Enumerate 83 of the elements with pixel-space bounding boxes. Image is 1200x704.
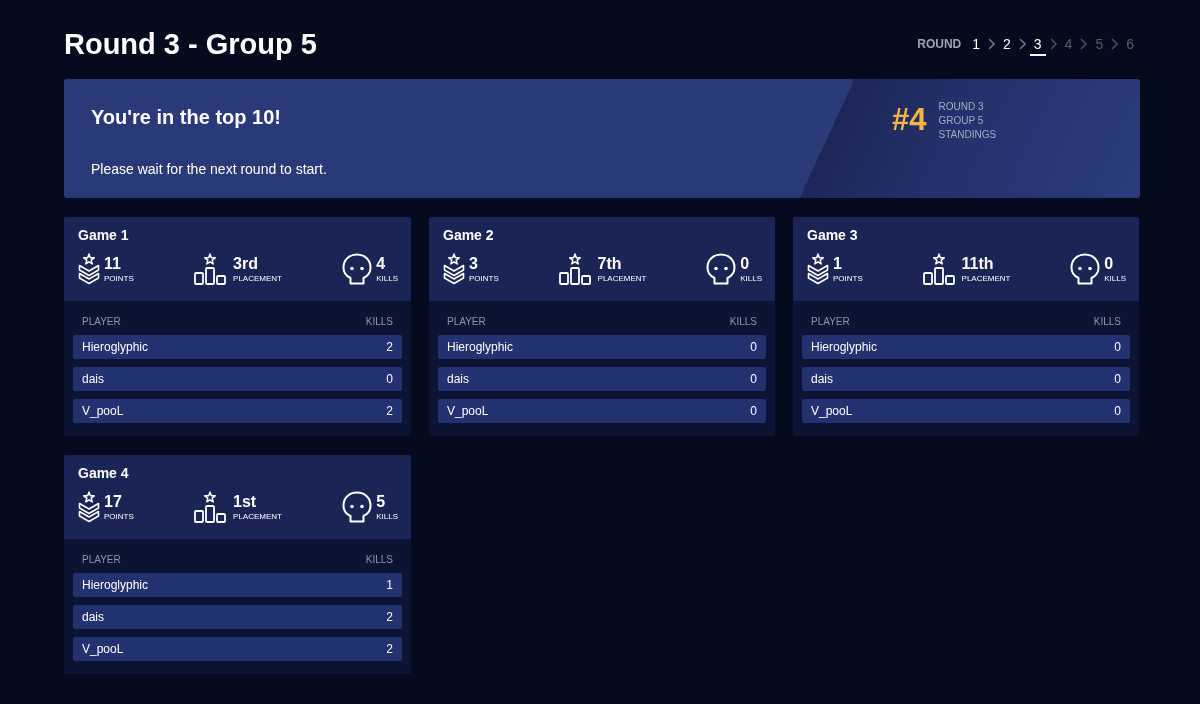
round-link[interactable]: 1 [968, 32, 984, 56]
kill-count: 2 [386, 340, 393, 354]
skull-icon [342, 253, 373, 285]
insignia-icon [78, 491, 100, 523]
kill-count: 0 [1114, 404, 1121, 418]
stat-label: PLACEMENT [597, 274, 647, 284]
column-header: KILLS [729, 316, 757, 328]
banner-title: You're in the top 10! [91, 105, 282, 129]
skull-icon [342, 491, 373, 523]
stat-label: PLACEMENT [961, 274, 1011, 284]
stat-value: 3 [469, 254, 478, 273]
stat-label: POINTS [104, 274, 134, 284]
stat-label: PLACEMENT [233, 512, 282, 522]
stat-value: 11th [961, 254, 994, 273]
stat-value: 1 [833, 254, 842, 273]
insignia-icon [78, 253, 100, 285]
rank-label: STANDINGS [938, 128, 997, 142]
round-link[interactable]: 3 [1029, 32, 1046, 56]
column-header: PLAYER [82, 316, 121, 328]
stat-label: PLACEMENT [233, 274, 282, 284]
stat-label: POINTS [469, 274, 499, 284]
game-title: Game 1 [78, 227, 130, 244]
kill-count: 0 [750, 372, 757, 386]
game-title: Game 2 [443, 227, 495, 244]
stat-label: KILLS [1104, 274, 1126, 284]
player-name: Hieroglyphic [82, 578, 149, 592]
stat-label: POINTS [104, 512, 134, 522]
game-title: Game 3 [807, 227, 859, 244]
column-header: KILLS [365, 554, 393, 566]
stat-value: 7th [597, 254, 622, 273]
player-name: dais [811, 372, 833, 386]
round-link[interactable]: 2 [999, 32, 1015, 56]
stat-value: 11 [104, 254, 121, 273]
kill-count: 0 [1114, 340, 1121, 354]
game-title: Game 4 [78, 465, 130, 482]
rank-label: ROUND 3 [938, 100, 984, 114]
column-header: PLAYER [82, 554, 121, 566]
kill-count: 0 [750, 404, 757, 418]
column-header: PLAYER [811, 316, 850, 328]
kill-count: 2 [386, 610, 393, 624]
insignia-icon [443, 253, 465, 285]
kill-count: 0 [386, 372, 393, 386]
player-name: dais [447, 372, 469, 386]
column-header: KILLS [365, 316, 393, 328]
kill-count: 2 [386, 404, 393, 418]
podium-icon [194, 253, 227, 285]
player-name: V_pooL [82, 642, 124, 656]
stat-label: KILLS [376, 274, 398, 284]
stat-value: 17 [104, 492, 122, 511]
stat-value: 0 [1104, 254, 1114, 273]
stat-label: POINTS [833, 274, 863, 284]
column-header: KILLS [1093, 316, 1121, 328]
skull-icon [1070, 253, 1101, 285]
player-name: V_pooL [447, 404, 489, 418]
podium-icon [194, 491, 227, 523]
stat-value: 3rd [233, 254, 258, 273]
player-name: Hieroglyphic [447, 340, 514, 354]
player-name: V_pooL [82, 404, 124, 418]
insignia-icon [807, 253, 829, 285]
player-name: Hieroglyphic [811, 340, 878, 354]
rank-number: #4 [892, 105, 927, 135]
kill-count: 1 [386, 578, 393, 592]
rank-label: GROUP 5 [938, 114, 984, 128]
player-name: dais [82, 372, 104, 386]
skull-icon [706, 253, 737, 285]
podium-icon [558, 253, 591, 285]
stat-value: 0 [740, 254, 750, 273]
player-name: V_pooL [811, 404, 853, 418]
stat-value: 4 [376, 254, 386, 273]
stat-label: KILLS [740, 274, 762, 284]
stat-value: 1st [233, 492, 257, 511]
podium-icon [922, 253, 955, 285]
banner-message: Please wait for the next round to start. [91, 160, 327, 178]
kill-count: 0 [750, 340, 757, 354]
stat-value: 5 [376, 492, 386, 511]
player-name: dais [82, 610, 104, 624]
kill-count: 2 [386, 642, 393, 656]
player-name: Hieroglyphic [82, 340, 149, 354]
kill-count: 0 [1114, 372, 1121, 386]
stat-label: KILLS [376, 512, 398, 522]
round-label: ROUND [917, 37, 962, 51]
page-title: Round 3 - Group 5 [64, 27, 317, 62]
column-header: PLAYER [447, 316, 486, 328]
